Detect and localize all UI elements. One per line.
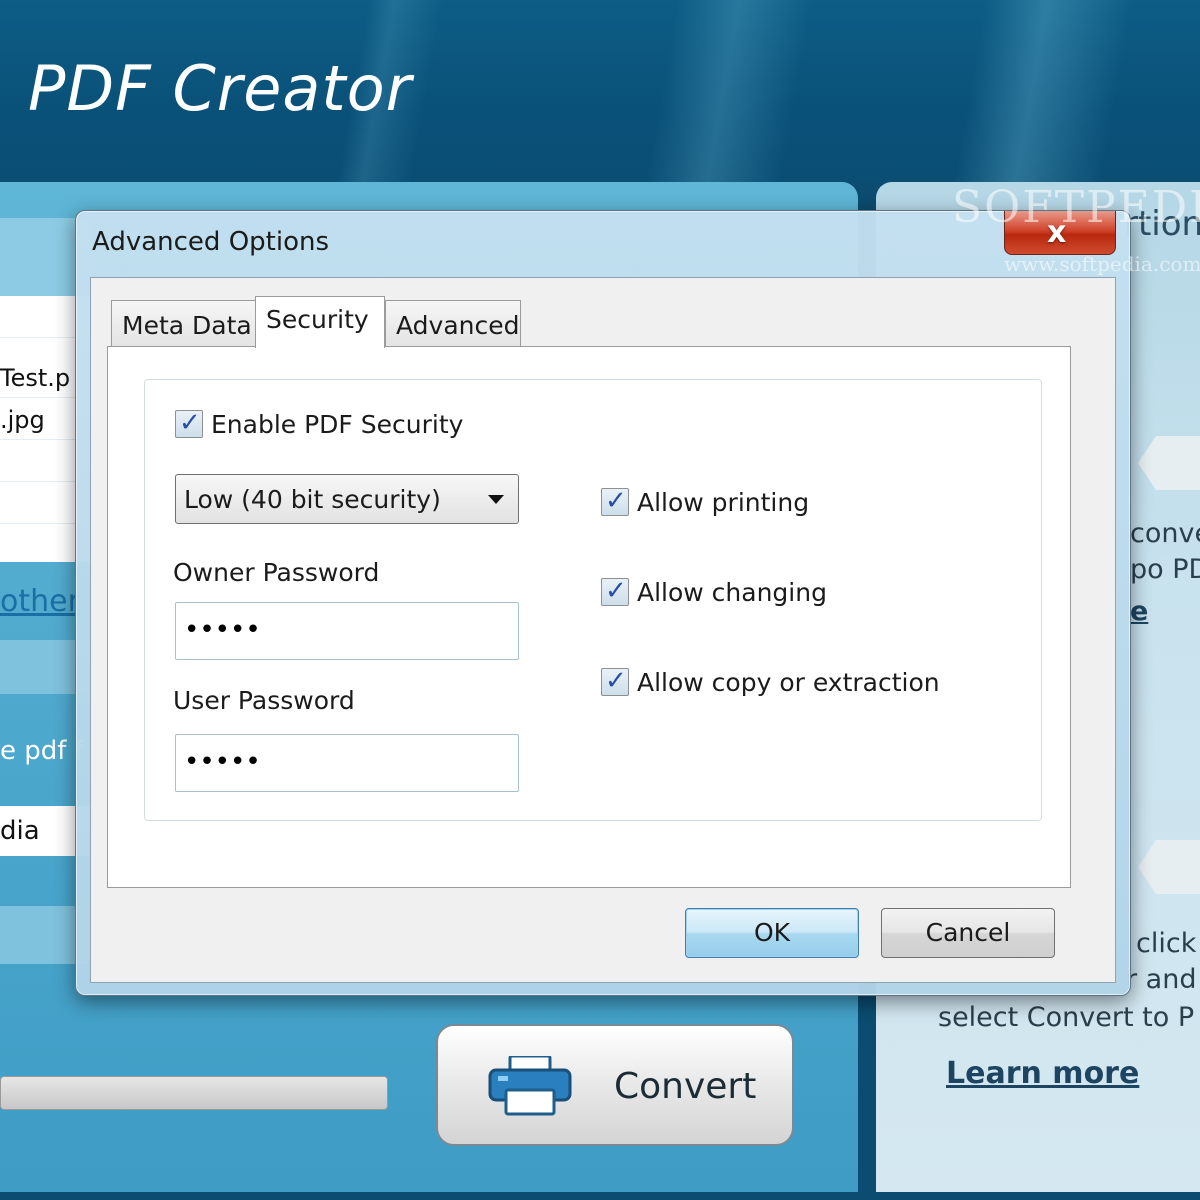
user-password-input[interactable] (184, 743, 504, 781)
right-panel-text: po PD (1130, 554, 1200, 585)
other-link[interactable]: other (0, 584, 80, 619)
convert-button[interactable]: Convert (436, 1024, 794, 1146)
tab-security[interactable]: Security (255, 296, 385, 348)
security-group: ✓ Enable PDF Security Low (40 bit securi… (144, 379, 1042, 821)
app-header: PDF Creator (0, 0, 1200, 182)
check-icon: ✓ (605, 576, 627, 606)
security-level-select[interactable]: Low (40 bit security) (175, 474, 519, 524)
progress-bar (0, 1076, 388, 1110)
right-panel-text: r and (1126, 964, 1197, 995)
tab-meta-data[interactable]: Meta Data (111, 300, 257, 346)
right-panel-link[interactable]: e (1130, 596, 1148, 627)
check-icon: ✓ (605, 666, 627, 696)
learn-more-link[interactable]: Learn more (946, 1056, 1139, 1091)
enable-security-checkbox[interactable]: ✓ (175, 408, 203, 438)
right-panel-text: select Convert to P (938, 1002, 1195, 1033)
owner-password-label: Owner Password (173, 558, 380, 587)
allow-printing-checkbox[interactable]: ✓ (601, 486, 629, 516)
user-password-label: User Password (173, 686, 355, 715)
dialog-client: Meta Data Security Advanced ✓ Enable PDF… (90, 277, 1116, 983)
watermark-url: www.softpedia.com (1004, 252, 1200, 276)
dialog-title: Advanced Options (92, 227, 330, 257)
allow-copy-label: Allow copy or extraction (637, 668, 940, 697)
right-panel-text: conve (1130, 518, 1200, 549)
chevron-down-icon (488, 495, 504, 504)
pdf-label: e pdf f (0, 736, 84, 766)
watermark: SOFTPEDIA (952, 182, 1200, 233)
app-title: PDF Creator (28, 52, 413, 125)
tab-advanced[interactable]: Advanced (385, 300, 521, 346)
user-password-field[interactable] (175, 734, 519, 792)
check-icon: ✓ (605, 486, 627, 516)
cancel-button[interactable]: Cancel (881, 908, 1055, 958)
enable-security-label: Enable PDF Security (211, 410, 464, 439)
ok-button[interactable]: OK (685, 908, 859, 958)
advanced-options-dialog: Advanced Options x Meta Data Security Ad… (75, 210, 1131, 996)
allow-printing-label: Allow printing (637, 488, 810, 517)
security-tab-page: ✓ Enable PDF Security Low (40 bit securi… (107, 346, 1071, 888)
printer-icon (488, 1056, 572, 1116)
check-icon: ✓ (179, 408, 201, 438)
owner-password-field[interactable] (175, 602, 519, 660)
allow-changing-checkbox[interactable]: ✓ (601, 576, 629, 606)
right-panel-text: click (1136, 928, 1197, 959)
allow-copy-checkbox[interactable]: ✓ (601, 666, 629, 696)
allow-changing-label: Allow changing (637, 578, 827, 607)
convert-label: Convert (614, 1066, 757, 1107)
owner-password-input[interactable] (184, 611, 504, 649)
